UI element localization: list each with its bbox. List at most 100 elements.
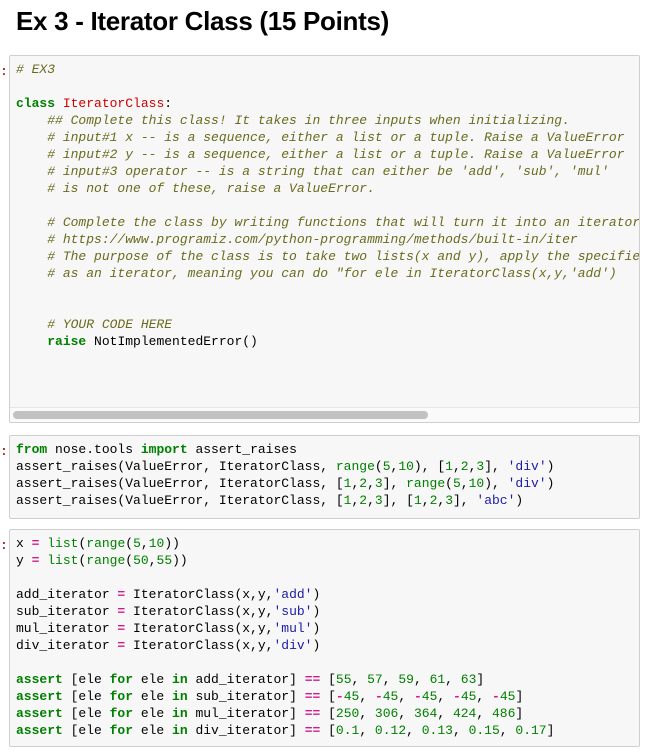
code-token: , — [421, 493, 430, 508]
code-cell-iterator-tests[interactable]: x = list(range(5,10)) y = list(range(50,5… — [9, 529, 640, 747]
cell-prompt: : — [0, 444, 8, 459]
code-line: class IteratorClass: — [16, 95, 639, 112]
code-token: IteratorClass(x,y, — [125, 621, 274, 636]
code-token: 'div' — [507, 459, 547, 474]
code-cell-iterator-class[interactable]: # EX3 class IteratorClass: ## Complete th… — [9, 55, 640, 423]
code-token: , — [452, 459, 461, 474]
cell-prompt: : — [0, 538, 8, 553]
code-token: 45 — [499, 689, 516, 704]
code-line: # The purpose of the class is to take tw… — [16, 248, 639, 265]
code-token: - — [413, 689, 422, 704]
code-token: for — [109, 706, 134, 721]
code-editor[interactable]: # EX3 class IteratorClass: ## Complete th… — [10, 56, 639, 350]
code-token: [ele — [62, 672, 110, 687]
code-token: # https://www.programiz.com/python-progr… — [47, 232, 578, 247]
code-token: 59 — [398, 672, 414, 687]
code-line: add_iterator = IteratorClass(x,y,'add') — [16, 586, 639, 603]
code-token: nose.tools — [47, 442, 141, 457]
code-token: : — [164, 96, 173, 111]
code-token: , — [359, 723, 375, 738]
code-token: [ — [320, 706, 336, 721]
code-token: y — [16, 553, 32, 568]
code-token: IteratorClass(x,y, — [125, 587, 274, 602]
code-token: sub_iterator] — [187, 689, 305, 704]
code-token: 45 — [460, 689, 477, 704]
code-token: , — [406, 723, 422, 738]
scrollbar-thumb[interactable] — [13, 411, 428, 419]
code-token: [ele — [62, 689, 110, 704]
code-token: assert_raises(ValueError, IteratorClass,… — [16, 493, 344, 508]
code-token: assert — [16, 706, 63, 721]
code-token: 45 — [421, 689, 438, 704]
code-token: [ele — [62, 706, 110, 721]
code-line: from nose.tools import assert_raises — [16, 441, 639, 458]
code-token: 45 — [343, 689, 360, 704]
code-token: assert_raises(ValueError, IteratorClass, — [16, 459, 336, 474]
code-token: div_iterator] — [187, 723, 305, 738]
code-token: add_iterator — [16, 587, 118, 602]
code-token: 3 — [374, 493, 383, 508]
code-token: ) — [546, 476, 555, 491]
code-line: # https://www.programiz.com/python-progr… — [16, 231, 639, 248]
code-token: , — [367, 493, 375, 508]
code-token: - — [453, 689, 461, 704]
code-token: ) — [312, 621, 321, 636]
code-token: in — [172, 689, 188, 704]
code-token: , — [437, 706, 453, 721]
code-token: sub_iterator — [16, 604, 118, 619]
code-token: 55 — [335, 672, 352, 687]
code-editor[interactable]: from nose.tools import assert_raises asse… — [10, 436, 639, 509]
code-line: x = list(range(5,10)) — [16, 535, 639, 552]
code-token: )) — [164, 536, 180, 551]
code-token: 50 — [133, 553, 149, 568]
code-line: # EX3 — [16, 61, 639, 78]
code-token: in — [172, 723, 188, 738]
code-token: 0.13 — [421, 723, 453, 738]
code-token: # The purpose of the class is to take tw… — [47, 249, 639, 264]
code-token: ), — [484, 476, 508, 491]
code-line: assert_raises(ValueError, IteratorClass,… — [16, 458, 639, 475]
code-token: NotImplementedError() — [86, 334, 258, 349]
code-token: ele — [133, 723, 173, 738]
code-line: # as an iterator, meaning you can do "fo… — [16, 265, 639, 282]
code-token: 10 — [398, 459, 414, 474]
code-token: , — [359, 706, 375, 721]
code-editor[interactable]: x = list(range(5,10)) y = list(range(50,5… — [10, 530, 639, 739]
code-line: assert [ele for ele in sub_iterator] == … — [16, 688, 639, 705]
code-token: # input#2 y -- is a sequence, either a l… — [47, 147, 625, 162]
code-token: , — [413, 672, 430, 687]
code-cell-assert-raises[interactable]: from nose.tools import assert_raises asse… — [9, 435, 640, 519]
horizontal-scrollbar[interactable] — [10, 407, 639, 422]
code-token: ] — [515, 706, 524, 721]
code-token: # as an iterator, meaning you can do "fo… — [47, 266, 617, 281]
code-token: class — [16, 96, 56, 111]
code-token: 61 — [429, 672, 446, 687]
code-token: ( — [125, 536, 134, 551]
code-token: import — [140, 442, 188, 457]
code-token: ( — [374, 459, 383, 474]
code-token: , — [476, 706, 492, 721]
code-token: - — [492, 689, 500, 704]
code-token: , — [367, 476, 375, 491]
code-token: # input#3 operator -- is a string that c… — [47, 164, 609, 179]
code-token: 486 — [491, 706, 516, 721]
code-token: ) — [546, 459, 555, 474]
code-token: from — [16, 442, 48, 457]
code-token: 'div' — [507, 476, 547, 491]
code-token: add_iterator] — [187, 672, 305, 687]
code-line: assert_raises(ValueError, IteratorClass,… — [16, 492, 639, 509]
code-token: 'sub' — [273, 604, 313, 619]
code-token: , — [398, 706, 414, 721]
code-token: 2 — [460, 459, 469, 474]
code-token: for — [109, 723, 134, 738]
